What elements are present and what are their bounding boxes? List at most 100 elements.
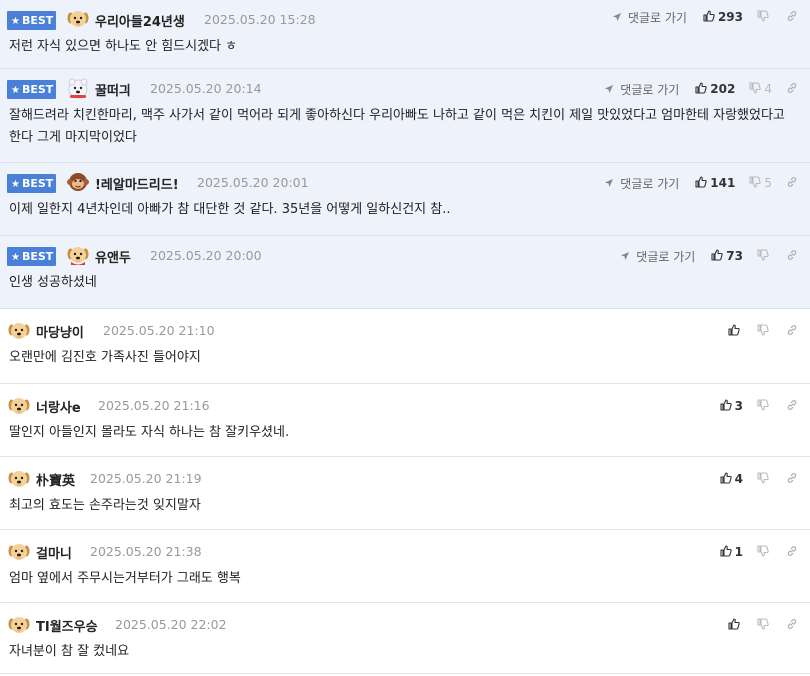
nickname[interactable]: 걸마니 [36,543,72,562]
dog-avatar[interactable] [7,319,31,343]
send-arrow-icon [620,250,632,264]
upvote-button[interactable]: 73 [711,248,743,264]
copy-link-button[interactable] [786,176,798,191]
link-icon [786,324,798,339]
goto-reply-link[interactable]: 댓글로 가기 [620,248,695,265]
nickname[interactable]: 마당냥이 [36,322,84,341]
comment-date: 2025.05.20 20:00 [150,248,262,263]
dog-avatar[interactable] [7,613,31,637]
link-icon [786,249,798,264]
goto-reply-label: 댓글로 가기 [620,176,680,191]
nickname[interactable]: 유앤두 [95,247,131,266]
comment-actions [728,617,810,633]
thumbs-up-icon [720,471,732,487]
monkey-avatar[interactable] [66,170,90,194]
downvote-button[interactable] [757,617,772,633]
thumbs-down-icon [749,81,762,97]
thumbs-up-icon [728,617,740,633]
comment: 걸마니 2025.05.20 21:38 1 엄마 옆에서 주무시는거부터가 그래도 … [0,530,810,603]
upvote-count: 1 [734,545,743,559]
upvote-button[interactable]: 293 [703,9,743,25]
dog-red-avatar[interactable] [66,243,90,267]
copy-link-button[interactable] [786,618,798,633]
comment-text: 딸인지 아들인지 몰라도 자식 하나는 참 잘키우셨네. [9,425,290,440]
copy-link-button[interactable] [786,10,798,25]
thumbs-up-icon [711,248,724,264]
send-arrow-icon [604,83,616,97]
upvote-button[interactable]: 1 [720,544,743,560]
thumbs-up-icon [695,81,708,97]
upvote-button[interactable]: 4 [720,471,743,487]
thumbs-down-icon [757,323,769,339]
thumbs-down-icon [757,398,769,414]
copy-link-button[interactable] [786,82,798,97]
downvote-button[interactable] [757,398,772,414]
thumbs-up-icon [728,323,740,339]
polar-bear-avatar[interactable] [66,76,90,100]
comment-actions: 3 [720,398,810,414]
comment-text: 오랜만에 김진호 가족사진 들어야지 [9,350,201,365]
nickname[interactable]: 꿀떠긔 [95,80,131,99]
downvote-count: 4 [764,82,772,96]
downvote-button[interactable] [757,9,772,25]
star-icon: ★ [11,85,20,96]
best-label: BEST [21,14,54,27]
comment-date: 2025.05.20 20:01 [197,175,309,190]
goto-reply-label: 댓글로 가기 [627,10,687,25]
goto-reply-link[interactable]: 댓글로 가기 [612,9,687,26]
comment: 너랑사e 2025.05.20 21:16 3 딸인지 아들인지 몰라도 자식 하나는… [0,384,810,457]
link-icon [786,618,798,633]
upvote-button[interactable]: 141 [695,175,736,191]
thumbs-up-icon [720,398,732,414]
downvote-button[interactable] [757,323,772,339]
downvote-button[interactable]: 4 [749,81,772,97]
thumbs-down-icon [749,175,762,191]
upvote-button[interactable] [728,617,743,633]
comment-date: 2025.05.20 21:19 [90,471,202,486]
best-comment: ★ BEST !레알마드리드! 2025.05.20 20:01 댓글로 가기 141 5… [0,163,810,236]
copy-link-button[interactable] [786,399,798,414]
goto-reply-link[interactable]: 댓글로 가기 [604,81,679,98]
upvote-count: 3 [734,399,743,413]
comment-date: 2025.05.20 15:28 [204,12,316,27]
copy-link-button[interactable] [786,249,798,264]
nickname[interactable]: TI월즈우승 [36,616,98,635]
comment-date: 2025.05.20 21:16 [98,398,210,413]
best-badge: ★ BEST [7,11,56,30]
comment-text: 최고의 효도는 손주라는것 잊지말자 [9,498,201,513]
downvote-button[interactable] [757,544,772,560]
downvote-count: 5 [764,176,772,190]
best-label: BEST [21,83,54,96]
comment-actions [728,323,810,339]
nickname[interactable]: 朴寶英 [36,470,75,489]
upvote-button[interactable] [728,323,743,339]
dog-avatar[interactable] [66,7,90,31]
thumbs-down-icon [757,9,769,25]
copy-link-button[interactable] [786,545,798,560]
thumbs-down-icon [757,248,769,264]
downvote-button[interactable] [757,471,772,487]
best-comment: ★ BEST 유앤두 2025.05.20 20:00 댓글로 가기 73 인생 성공하셨… [0,236,810,309]
best-comment: ★ BEST 꿀떠긔 2025.05.20 20:14 댓글로 가기 202 4 잘해드려라… [0,69,810,163]
comment-actions: 댓글로 가기 293 [612,9,810,25]
upvote-button[interactable]: 202 [695,81,735,97]
nickname[interactable]: !레알마드리드! [95,174,179,193]
comment-text: 잘해드려라 치킨한마리, 맥주 사가서 같이 먹어라 되게 좋아하신다 우리아빠… [9,108,785,145]
goto-reply-link[interactable]: 댓글로 가기 [604,175,679,192]
star-icon: ★ [11,179,20,190]
thumbs-up-icon [720,544,732,560]
nickname[interactable]: 우리아들24년생 [95,11,185,30]
upvote-button[interactable]: 3 [720,398,743,414]
upvote-count: 141 [710,176,736,190]
downvote-button[interactable] [757,248,772,264]
dog-avatar[interactable] [7,467,31,491]
best-label: BEST [21,250,54,263]
copy-link-button[interactable] [786,324,798,339]
upvote-count: 293 [717,10,743,24]
copy-link-button[interactable] [786,472,798,487]
downvote-button[interactable]: 5 [749,175,772,191]
dog-avatar[interactable] [7,540,31,564]
dog-avatar[interactable] [7,394,31,418]
best-comment: ★ BEST 우리아들24년생 2025.05.20 15:28 댓글로 가기 293 저… [0,0,810,69]
nickname[interactable]: 너랑사e [36,397,81,416]
